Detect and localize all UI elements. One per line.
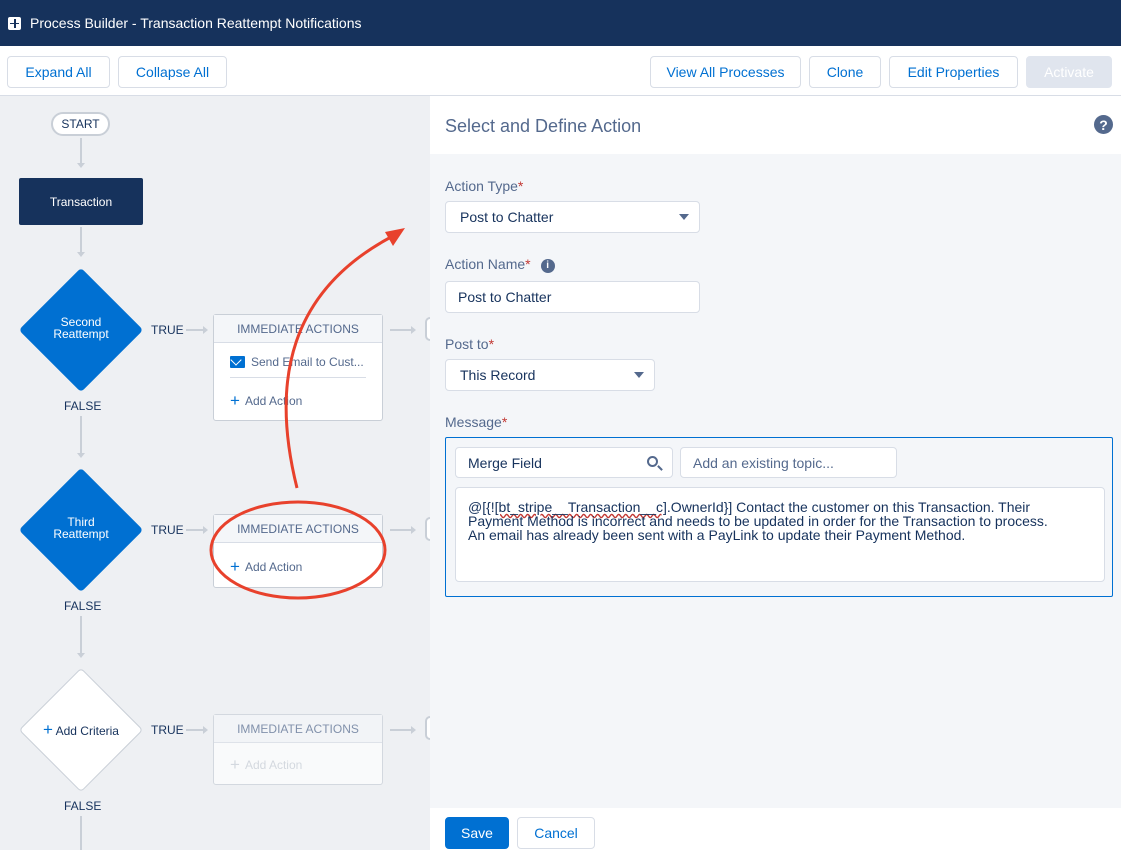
false-label: FALSE	[64, 399, 102, 413]
immediate-actions-box: IMMEDIATE ACTIONS + Add Action	[213, 714, 383, 785]
post-to-label: Post to*	[445, 336, 495, 352]
false-label: FALSE	[64, 799, 102, 813]
action-type-label: Action Type*	[445, 178, 524, 194]
start-node: START	[51, 112, 110, 136]
topic-input[interactable]: Add an existing topic...	[680, 447, 897, 478]
search-icon[interactable]	[647, 456, 658, 467]
connector	[186, 729, 204, 731]
add-action-button-disabled: + Add Action	[230, 755, 303, 774]
title-bar: Process Builder - Transaction Reattempt …	[0, 0, 1121, 46]
connector	[186, 529, 204, 531]
toolbar: Expand All Collapse All View All Process…	[0, 46, 1121, 96]
message-textarea[interactable]: @[{![bt_stripe__Transaction__c].OwnerId}…	[455, 487, 1105, 582]
expand-all-button[interactable]: Expand All	[7, 56, 110, 88]
arrow-down-icon	[77, 252, 85, 257]
arrow-down-icon	[77, 163, 85, 168]
panel-title: Select and Define Action	[445, 116, 642, 136]
edit-properties-button[interactable]: Edit Properties	[889, 56, 1018, 88]
connector	[390, 529, 412, 531]
arrow-right-icon	[411, 326, 416, 334]
immediate-actions-box: IMMEDIATE ACTIONS + Add Action	[213, 514, 383, 588]
arrow-down-icon	[77, 453, 85, 458]
message-composer: Merge Field Add an existing topic... @[{…	[445, 437, 1113, 597]
connector	[80, 816, 82, 850]
connector	[390, 329, 412, 331]
process-canvas: START Transaction Second Reattempt TRUE I…	[0, 96, 430, 850]
info-icon[interactable]: i	[540, 259, 555, 273]
connector	[80, 138, 82, 164]
message-label: Message*	[445, 414, 508, 430]
add-criteria-label[interactable]: + Add Criteria	[19, 721, 143, 738]
add-action-button[interactable]: + Add Action	[230, 557, 302, 576]
action-name-input[interactable]: Post to Chatter	[445, 281, 700, 313]
help-icon[interactable]: ?	[1094, 115, 1113, 134]
page-title: Process Builder - Transaction Reattempt …	[30, 15, 362, 31]
arrow-right-icon	[203, 526, 208, 534]
add-action-button[interactable]: + Add Action	[230, 391, 302, 410]
action-send-email[interactable]: Send Email to Cust...	[230, 355, 364, 369]
immediate-actions-header: IMMEDIATE ACTIONS	[214, 715, 382, 743]
chevron-down-icon	[634, 372, 644, 378]
arrow-right-icon	[411, 526, 416, 534]
immediate-actions-header: IMMEDIATE ACTIONS	[214, 515, 382, 543]
panel-footer: Save Cancel	[430, 808, 1121, 850]
plus-icon: +	[230, 391, 240, 410]
action-type-select[interactable]: Post to Chatter	[445, 201, 700, 233]
connector	[390, 729, 412, 731]
true-label: TRUE	[151, 523, 184, 537]
collapse-all-button[interactable]: Collapse All	[118, 56, 227, 88]
criteria-label: Second Reattempt	[53, 315, 109, 341]
plus-icon: +	[43, 720, 53, 739]
arrow-right-icon	[203, 726, 208, 734]
panel-header: Select and Define Action ?	[430, 96, 1121, 154]
connector	[186, 329, 204, 331]
arrow-right-icon	[411, 726, 416, 734]
post-to-select[interactable]: This Record	[445, 359, 655, 391]
clone-button[interactable]: Clone	[809, 56, 881, 88]
criteria-label: Third Reattempt	[53, 515, 109, 541]
immediate-actions-header: IMMEDIATE ACTIONS	[214, 315, 382, 343]
divider	[230, 377, 366, 378]
true-label: TRUE	[151, 723, 184, 737]
merge-field-input[interactable]: Merge Field	[455, 447, 673, 478]
false-label: FALSE	[64, 599, 102, 613]
arrow-down-icon	[77, 653, 85, 658]
action-panel: Select and Define Action ? Action Type* …	[430, 96, 1121, 850]
plus-icon: +	[230, 557, 240, 576]
activate-button[interactable]: Activate	[1026, 56, 1112, 88]
connector	[80, 616, 82, 654]
process-builder-icon	[8, 16, 21, 30]
object-node[interactable]: Transaction	[19, 178, 143, 225]
email-icon	[230, 356, 245, 368]
true-label: TRUE	[151, 323, 184, 337]
arrow-right-icon	[203, 326, 208, 334]
connector	[80, 416, 82, 454]
action-name-label: Action Name* i	[445, 256, 555, 273]
save-button[interactable]: Save	[445, 817, 509, 849]
chevron-down-icon	[679, 214, 689, 220]
cancel-button[interactable]: Cancel	[517, 817, 595, 849]
plus-icon: +	[230, 755, 240, 774]
connector	[80, 227, 82, 253]
immediate-actions-box: IMMEDIATE ACTIONS Send Email to Cust... …	[213, 314, 383, 421]
view-all-processes-button[interactable]: View All Processes	[650, 56, 801, 88]
